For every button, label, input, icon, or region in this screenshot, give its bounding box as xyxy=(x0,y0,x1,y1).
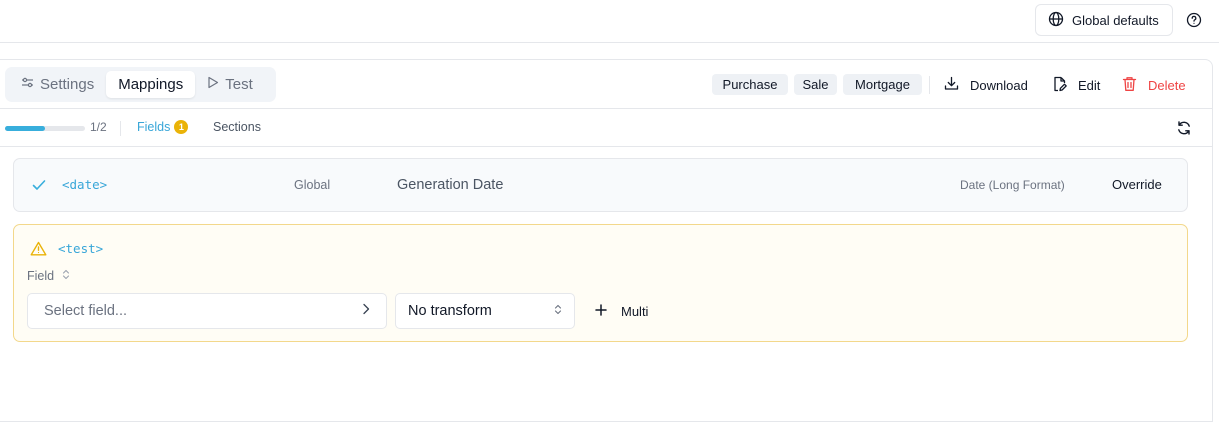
panel-header: Settings Mappings Test Purchase Sale Mor… xyxy=(0,60,1212,109)
global-defaults-button[interactable]: Global defaults xyxy=(1035,4,1173,36)
header-divider xyxy=(929,76,930,94)
file-edit-icon xyxy=(1052,76,1067,95)
multi-label: Multi xyxy=(621,303,649,319)
sliders-icon xyxy=(21,76,34,93)
mapping-row-date[interactable]: <date> Global Generation Date Date (Long… xyxy=(13,158,1188,212)
progress-bar-fill xyxy=(5,126,45,131)
transform-select[interactable]: No transform xyxy=(395,293,575,329)
mapping-row-test: <test> Field Select field... No transfor… xyxy=(13,224,1188,342)
filter-chip-purchase[interactable]: Purchase xyxy=(712,74,788,95)
chevron-right-icon xyxy=(362,303,370,319)
top-bar: Global defaults xyxy=(0,0,1219,43)
subtab-sections-label: Sections xyxy=(213,120,261,134)
tab-settings[interactable]: Settings xyxy=(9,71,106,98)
subtab-fields[interactable]: Fields 1 xyxy=(137,120,189,134)
mapping-transform: Date (Long Format) xyxy=(960,178,1065,192)
subtab-sections[interactable]: Sections xyxy=(213,120,261,134)
tab-mappings-label: Mappings xyxy=(118,76,184,93)
filter-chip-mortgage[interactable]: Mortgage xyxy=(843,74,922,95)
play-icon xyxy=(207,76,219,93)
multi-button[interactable]: Multi xyxy=(595,301,648,321)
filter-chip-sale[interactable]: Sale xyxy=(794,74,837,95)
check-icon xyxy=(32,178,46,196)
tab-mappings[interactable]: Mappings xyxy=(106,71,196,98)
edit-button[interactable]: Edit xyxy=(1052,74,1100,96)
delete-label: Delete xyxy=(1148,77,1186,93)
edit-label: Edit xyxy=(1078,77,1101,93)
chevrons-up-down-icon xyxy=(554,303,562,319)
mapping-field: Generation Date xyxy=(397,177,504,193)
progress-bar xyxy=(5,126,85,131)
transform-select-value: No transform xyxy=(408,303,492,319)
fields-count-badge: 1 xyxy=(174,120,189,134)
field-sort-toggle[interactable]: Field xyxy=(27,269,70,283)
global-defaults-label: Global defaults xyxy=(1072,12,1159,28)
chevrons-up-down-icon xyxy=(62,269,70,283)
tab-settings-label: Settings xyxy=(40,76,95,93)
refresh-icon[interactable] xyxy=(1176,120,1192,136)
trash-icon xyxy=(1122,76,1137,95)
download-label: Download xyxy=(970,77,1028,93)
field-select[interactable]: Select field... xyxy=(27,293,387,329)
mapping-tag: <date> xyxy=(62,177,108,192)
field-select-placeholder: Select field... xyxy=(44,303,128,319)
help-circle-icon[interactable] xyxy=(1186,12,1202,28)
subtab-fields-label: Fields xyxy=(137,120,171,134)
field-label: Field xyxy=(27,269,55,283)
override-button[interactable]: Override xyxy=(1112,177,1162,192)
tab-test-label: Test xyxy=(225,76,253,93)
tab-test[interactable]: Test xyxy=(195,71,265,98)
plus-icon xyxy=(595,303,607,319)
mapping-scope: Global xyxy=(294,178,331,192)
warning-icon xyxy=(30,241,47,261)
download-icon xyxy=(944,76,959,94)
download-button[interactable]: Download xyxy=(944,74,1028,96)
view-tabs: Settings Mappings Test xyxy=(5,67,276,102)
globe-icon xyxy=(1048,11,1064,30)
delete-button[interactable]: Delete xyxy=(1122,74,1186,96)
mapping-tag: <test> xyxy=(58,241,104,256)
sub-toolbar: 1/2 Fields 1 Sections xyxy=(0,110,1212,147)
progress-text: 1/2 xyxy=(90,120,107,134)
subbar-divider xyxy=(120,121,121,136)
